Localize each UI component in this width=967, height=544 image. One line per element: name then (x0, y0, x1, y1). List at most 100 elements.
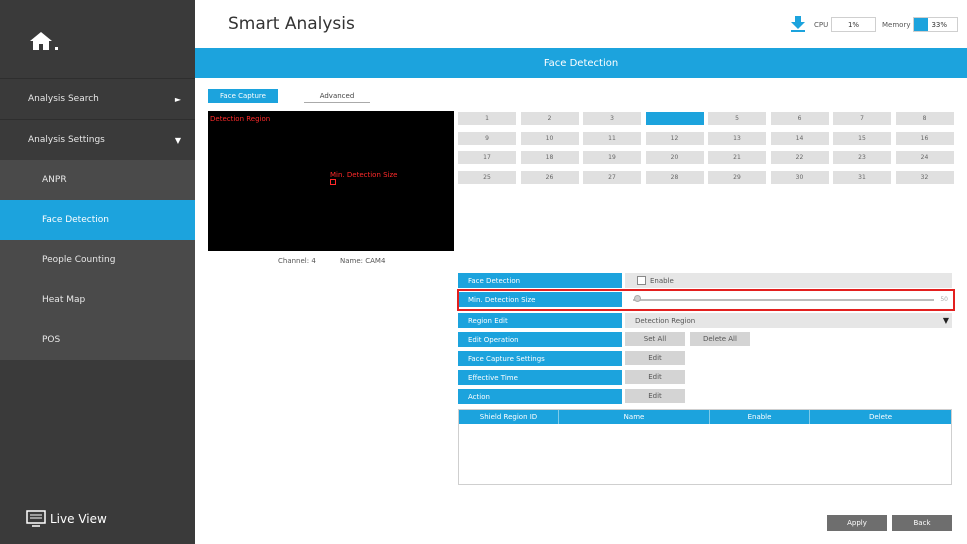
action-edit-button[interactable]: Edit (625, 389, 685, 403)
face-capture-settings-field: Edit (625, 351, 952, 366)
channel-button-31[interactable]: 31 (833, 170, 891, 184)
cpu-usage-value: 1% (831, 17, 876, 32)
column-header-enable: Enable (710, 410, 810, 424)
delete-all-button[interactable]: Delete All (690, 332, 750, 346)
channel-button-8[interactable]: 8 (895, 112, 954, 125)
sidebar-item-label: POS (42, 335, 61, 345)
sidebar-item-analysis-settings[interactable]: Analysis Settings ▼ (0, 120, 195, 160)
channel-button-28[interactable]: 28 (645, 170, 704, 184)
channel-button-26[interactable]: 26 (520, 170, 579, 184)
download-icon[interactable] (790, 15, 806, 33)
sidebar-item-pos[interactable]: POS (0, 320, 195, 360)
channel-button-11[interactable]: 11 (583, 131, 641, 145)
effective-time-field: Edit (625, 370, 952, 385)
channel-button-3[interactable]: 3 (583, 112, 641, 125)
channel-button-24[interactable]: 24 (895, 151, 954, 164)
channel-button-2[interactable]: 2 (520, 112, 579, 125)
enable-label: Enable (650, 276, 674, 285)
channel-button-30[interactable]: 30 (770, 170, 829, 184)
sidebar-item-label: Analysis Settings (28, 135, 105, 145)
action-row-label: Action (458, 389, 622, 404)
channel-button-1[interactable]: 1 (458, 112, 516, 125)
channel-button-6[interactable]: 6 (770, 112, 829, 125)
channel-number: Channel: 4 (278, 257, 316, 265)
sidebar: Analysis Search ► Analysis Settings ▼ AN… (0, 0, 195, 544)
action-field: Edit (625, 389, 952, 404)
enable-checkbox[interactable] (637, 276, 646, 285)
sidebar-item-analysis-search[interactable]: Analysis Search ► (0, 79, 195, 119)
min-detection-size-box[interactable] (330, 179, 336, 185)
apply-button[interactable]: Apply (827, 515, 887, 531)
shield-region-table: Shield Region ID Name Enable Delete (458, 409, 952, 485)
channel-button-10[interactable]: 10 (520, 131, 579, 145)
channel-button-19[interactable]: 19 (583, 151, 641, 164)
tab-face-capture[interactable]: Face Capture (208, 89, 278, 103)
live-view-label: Live View (50, 512, 107, 526)
memory-label: Memory (882, 21, 911, 29)
effective-time-edit-button[interactable]: Edit (625, 370, 685, 384)
channel-button-29[interactable]: 29 (708, 170, 766, 184)
chevron-down-icon: ▼ (942, 316, 949, 325)
set-all-button[interactable]: Set All (625, 332, 685, 346)
channel-button-18[interactable]: 18 (520, 151, 579, 164)
section-title: Face Detection (543, 57, 619, 69)
channel-button-27[interactable]: 27 (583, 170, 641, 184)
region-edit-selected: Detection Region (635, 316, 696, 325)
section-title-bar: Face Detection (195, 48, 967, 78)
channel-button-5[interactable]: 5 (708, 112, 766, 125)
shield-table-header: Shield Region ID Name Enable Delete (459, 410, 951, 424)
min-size-slider-track[interactable] (633, 299, 934, 301)
sidebar-item-label: Analysis Search (28, 94, 99, 104)
face-capture-settings-row-label: Face Capture Settings (458, 351, 622, 366)
chevron-down-icon: ▼ (174, 135, 181, 145)
page-title: Smart Analysis (228, 14, 355, 34)
region-edit-select[interactable]: Detection Region ▼ (625, 313, 952, 328)
channel-name: Name: CAM4 (340, 257, 386, 265)
channel-button-17[interactable]: 17 (458, 151, 516, 164)
sidebar-item-heat-map[interactable]: Heat Map (0, 280, 195, 320)
min-size-slider-thumb[interactable] (634, 295, 641, 302)
channel-button-15[interactable]: 15 (833, 131, 891, 145)
face-capture-settings-edit-button[interactable]: Edit (625, 351, 685, 365)
video-preview[interactable]: Detection Region Min. Detection Size (208, 111, 454, 251)
edit-operation-row-label: Edit Operation (458, 332, 622, 347)
sidebar-item-label: Heat Map (42, 295, 86, 305)
monitor-icon (26, 510, 46, 527)
effective-time-row-label: Effective Time (458, 370, 622, 385)
channel-button-14[interactable]: 14 (770, 131, 829, 145)
sidebar-item-people-counting[interactable]: People Counting (0, 240, 195, 280)
column-header-delete: Delete (869, 413, 892, 421)
chevron-right-icon: ► (174, 94, 181, 104)
min-detection-size-label: Min. Detection Size (330, 171, 398, 179)
sidebar-item-label: Face Detection (42, 215, 109, 225)
channel-button-13[interactable]: 13 (708, 131, 766, 145)
channel-button-9[interactable]: 9 (458, 131, 516, 145)
column-header-shield-region-id: Shield Region ID (459, 410, 559, 424)
region-edit-row-label: Region Edit (458, 313, 622, 328)
channel-button-4[interactable]: 4 (645, 112, 704, 125)
channel-button-25[interactable]: 25 (458, 170, 516, 184)
face-detection-enable-field: Enable (625, 273, 952, 288)
channel-button-7[interactable]: 7 (833, 112, 891, 125)
min-size-value: 50 (940, 296, 948, 303)
channel-button-32[interactable]: 32 (895, 170, 954, 184)
face-detection-row-label: Face Detection (458, 273, 622, 288)
channel-button-22[interactable]: 22 (770, 151, 829, 164)
channel-button-23[interactable]: 23 (833, 151, 891, 164)
min-detection-size-field: 50 (625, 292, 952, 307)
channel-button-21[interactable]: 21 (708, 151, 766, 164)
sidebar-item-label: People Counting (42, 255, 116, 265)
channel-button-12[interactable]: 12 (645, 131, 704, 145)
channel-button-16[interactable]: 16 (895, 131, 954, 145)
tab-advanced[interactable]: Advanced (304, 89, 370, 103)
sidebar-item-face-detection[interactable]: Face Detection (0, 200, 195, 240)
min-detection-size-row-label: Min. Detection Size (458, 292, 622, 307)
edit-operation-field: Set All Delete All (625, 332, 952, 347)
detection-region-label: Detection Region (210, 115, 271, 123)
sidebar-item-anpr[interactable]: ANPR (0, 160, 195, 200)
back-button[interactable]: Back (892, 515, 952, 531)
home-icon[interactable] (28, 30, 62, 52)
channel-button-20[interactable]: 20 (645, 151, 704, 164)
live-view-button[interactable]: Live View (26, 510, 107, 528)
memory-usage-value: 33% (913, 17, 958, 32)
